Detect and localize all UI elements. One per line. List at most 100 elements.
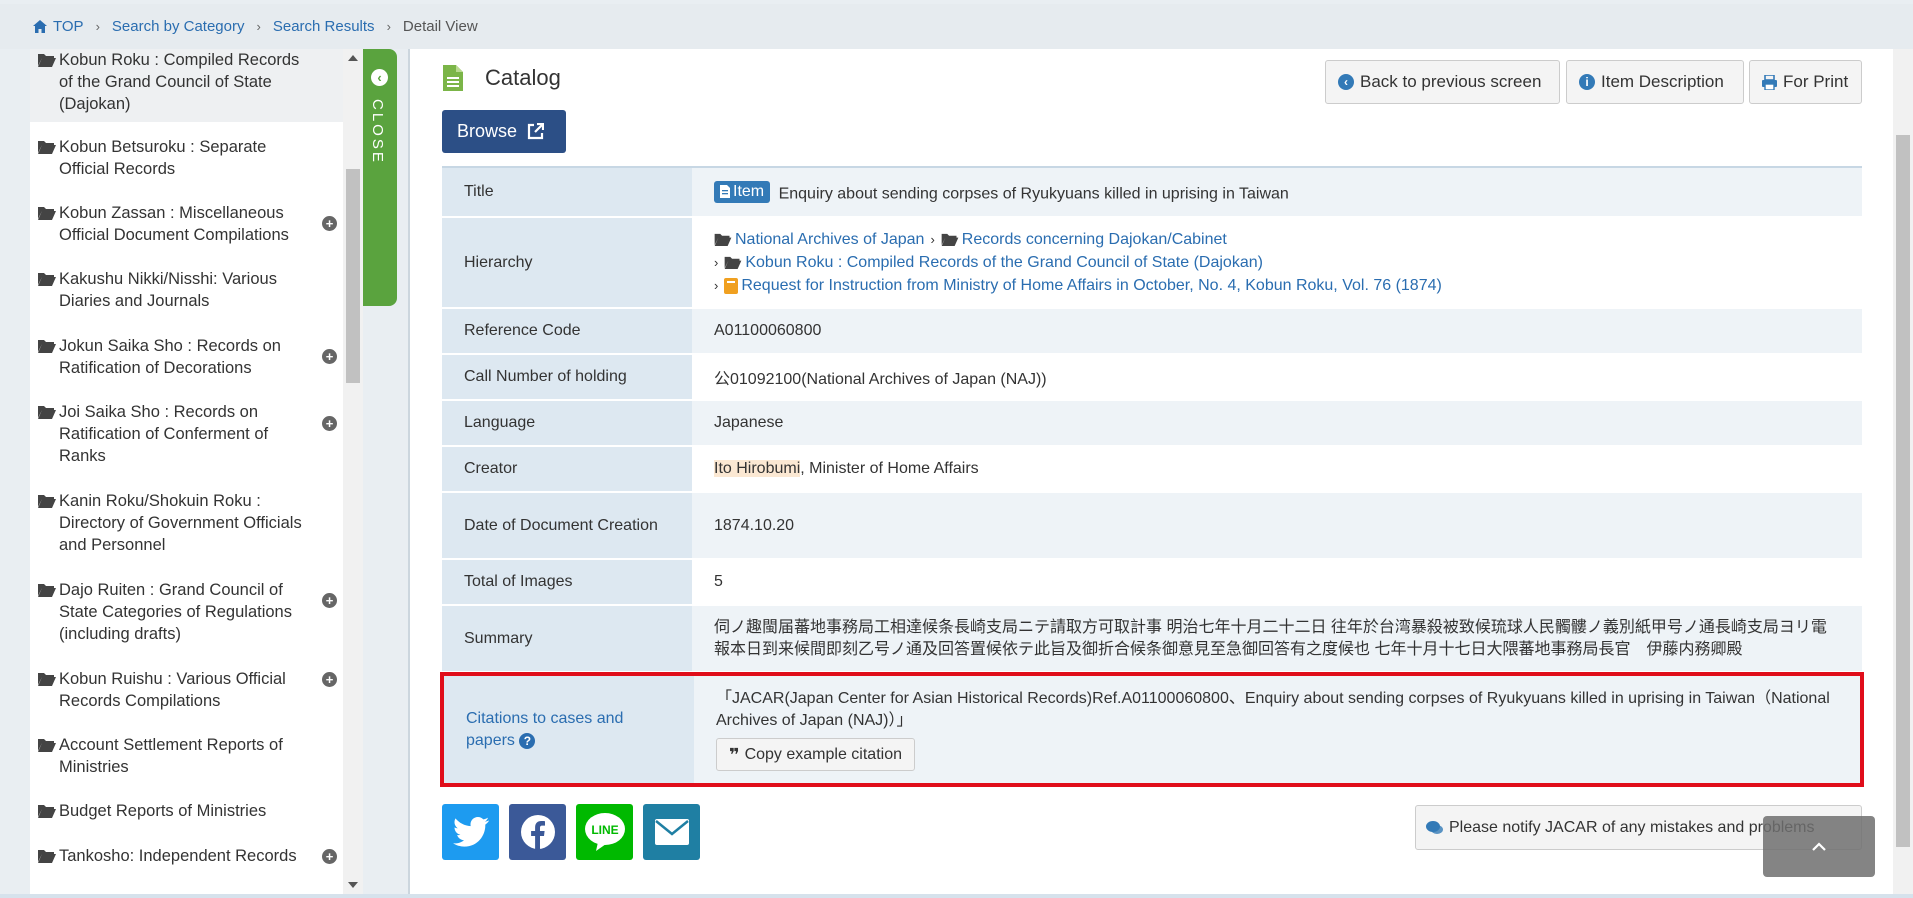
- folder-open-icon: [38, 739, 56, 752]
- page-scroll-thumb[interactable]: [1896, 135, 1910, 847]
- external-link-icon: [527, 123, 545, 140]
- folder-open-icon: [38, 850, 56, 863]
- item-badge: Item: [714, 180, 771, 203]
- sidebar-item[interactable]: Account Settlement Reports of Ministries: [30, 734, 343, 778]
- folder-open-icon: [941, 233, 959, 246]
- info-circle-icon: i: [1579, 74, 1595, 90]
- breadcrumb-top[interactable]: TOP: [53, 18, 84, 35]
- table-row: Title Item Enquiry about sending corpses…: [442, 167, 1862, 218]
- row-value: 5: [692, 559, 1862, 606]
- scroll-down-arrow[interactable]: [348, 882, 358, 888]
- back-button[interactable]: ‹ Back to previous screen: [1325, 60, 1560, 104]
- summary-value: 伺ノ趣閩届蕃地事務局工相達候条長崎支局ニテ請取方可取計事 明治七年十月二十二日 …: [692, 605, 1862, 673]
- sidebar-item-label: Dajo Ruiten : Grand Council of State Cat…: [59, 581, 292, 643]
- hierarchy-link[interactable]: Records concerning Dajokan/Cabinet: [962, 231, 1227, 249]
- scroll-up-arrow[interactable]: [348, 55, 358, 61]
- sidebar-item[interactable]: Joi Saika Sho : Records on Ratification …: [30, 401, 343, 467]
- back-to-top-button[interactable]: [1763, 816, 1875, 877]
- hierarchy-value: National Archives of Japan › Records con…: [692, 217, 1862, 309]
- citation-label-text: Citations to cases and papers: [466, 710, 624, 749]
- row-label: Hierarchy: [442, 217, 692, 309]
- item-description-label: Item Description: [1601, 72, 1724, 91]
- chevron-up-icon: [1812, 842, 1826, 851]
- plus-circle-icon[interactable]: +: [322, 349, 337, 364]
- mail-share-button[interactable]: [643, 804, 700, 860]
- sidebar-item[interactable]: Kobun Betsuroku : Separate Official Reco…: [30, 136, 343, 180]
- row-value: 公01092100(National Archives of Japan (NA…: [692, 354, 1862, 401]
- browse-label: Browse: [457, 121, 518, 141]
- sidebar-item[interactable]: Kanin Roku/Shokuin Roku : Directory of G…: [30, 490, 343, 556]
- facebook-share-button[interactable]: [509, 804, 566, 860]
- table-row: Call Number of holding 公01092100(Nationa…: [442, 354, 1862, 401]
- sidebar-item[interactable]: Kobun Roku : Compiled Records of the Gra…: [30, 49, 343, 122]
- folder-open-icon: [38, 805, 56, 818]
- print-button[interactable]: For Print: [1749, 60, 1862, 104]
- quote-icon: ❞: [729, 744, 740, 765]
- sidebar-item[interactable]: Tankosho: Independent Records +: [30, 845, 343, 867]
- notify-label: Please notify JACAR of any mistakes and …: [1449, 818, 1815, 836]
- chevron-left-icon: ‹: [371, 69, 388, 86]
- plus-circle-icon[interactable]: +: [322, 849, 337, 864]
- facebook-icon: [520, 815, 555, 849]
- breadcrumb-search-by-category[interactable]: Search by Category: [112, 18, 245, 35]
- sidebar-item-label: Jokun Saika Sho : Records on Ratificatio…: [59, 337, 281, 377]
- page-title: Catalog: [485, 65, 561, 90]
- row-value: Item Enquiry about sending corpses of Ry…: [692, 167, 1862, 218]
- sidebar-item[interactable]: Kobun Zassan : Miscellaneous Official Do…: [30, 202, 343, 246]
- sidebar-scroll-thumb[interactable]: [346, 169, 360, 383]
- catalog-header: Catalog: [443, 65, 561, 91]
- breadcrumb-search-results[interactable]: Search Results: [273, 18, 375, 35]
- plus-circle-icon[interactable]: +: [322, 593, 337, 608]
- sidebar-item-label: Joi Saika Sho : Records on Ratification …: [59, 403, 269, 465]
- line-share-button[interactable]: LINE: [576, 804, 633, 860]
- folder-open-icon: [38, 495, 56, 508]
- folder-open-icon: [724, 256, 742, 269]
- row-value: 1874.10.20: [692, 492, 1862, 560]
- twitter-share-button[interactable]: [442, 804, 499, 860]
- sidebar-item[interactable]: Kobun Ruishu : Various Official Records …: [30, 668, 343, 712]
- chevron-right-icon: ›: [930, 232, 935, 247]
- home-icon[interactable]: [33, 20, 47, 33]
- document-icon: [443, 65, 463, 91]
- hierarchy-link[interactable]: Kobun Roku : Compiled Records of the Gra…: [745, 254, 1263, 272]
- citation-value: 「JACAR(Japan Center for Asian Historical…: [694, 676, 1860, 783]
- sidebar-item[interactable]: Budget Reports of Ministries: [30, 800, 343, 822]
- folder-open-icon: [38, 673, 56, 686]
- row-label: Creator: [442, 446, 692, 493]
- item-description-button[interactable]: i Item Description: [1566, 60, 1744, 104]
- row-value: A01100060800: [692, 308, 1862, 355]
- plus-circle-icon[interactable]: +: [322, 672, 337, 687]
- copy-citation-button[interactable]: ❞ Copy example citation: [716, 738, 915, 771]
- comments-icon: [1426, 820, 1443, 834]
- row-value: Japanese: [692, 400, 1862, 447]
- folder-open-icon: [714, 233, 732, 246]
- sidebar-item-label: Kobun Roku : Compiled Records of the Gra…: [59, 51, 300, 113]
- hierarchy-link[interactable]: National Archives of Japan: [735, 231, 924, 249]
- plus-circle-icon[interactable]: +: [322, 416, 337, 431]
- page-scrollbar[interactable]: [1893, 49, 1913, 898]
- bottom-border: [0, 894, 1913, 898]
- sidebar-item-label: Account Settlement Reports of Ministries: [59, 736, 283, 776]
- folder-open-icon: [38, 141, 56, 154]
- sidebar-close-tab[interactable]: ‹ CLOSE: [363, 49, 397, 306]
- table-row: Hierarchy National Archives of Japan › R…: [442, 217, 1862, 309]
- table-row: Language Japanese: [442, 400, 1862, 447]
- item-title: Enquiry about sending corpses of Ryukyua…: [778, 185, 1289, 203]
- browse-button[interactable]: Browse: [442, 110, 566, 153]
- sidebar-item[interactable]: Dajo Ruiten : Grand Council of State Cat…: [30, 579, 343, 645]
- mail-icon: [654, 819, 689, 845]
- catalog-table: Title Item Enquiry about sending corpses…: [442, 166, 1862, 673]
- breadcrumb-separator: ›: [256, 19, 261, 34]
- plus-circle-icon[interactable]: +: [322, 216, 337, 231]
- sidebar-item[interactable]: Kakushu Nikki/Nisshi: Various Diaries an…: [30, 268, 343, 312]
- item-badge-label: Item: [733, 182, 765, 200]
- question-circle-icon[interactable]: ?: [519, 733, 536, 749]
- sidebar-scrollbar[interactable]: [343, 49, 363, 898]
- sidebar-item[interactable]: Jokun Saika Sho : Records on Ratificatio…: [30, 335, 343, 379]
- hierarchy-link[interactable]: Request for Instruction from Ministry of…: [741, 277, 1441, 295]
- twitter-icon: [452, 817, 489, 847]
- hierarchy-line: › Request for Instruction from Ministry …: [714, 274, 1840, 297]
- breadcrumb-separator: ›: [95, 19, 100, 34]
- sidebar-item-label: Tankosho: Independent Records: [59, 847, 297, 865]
- svg-text:LINE: LINE: [591, 823, 618, 837]
